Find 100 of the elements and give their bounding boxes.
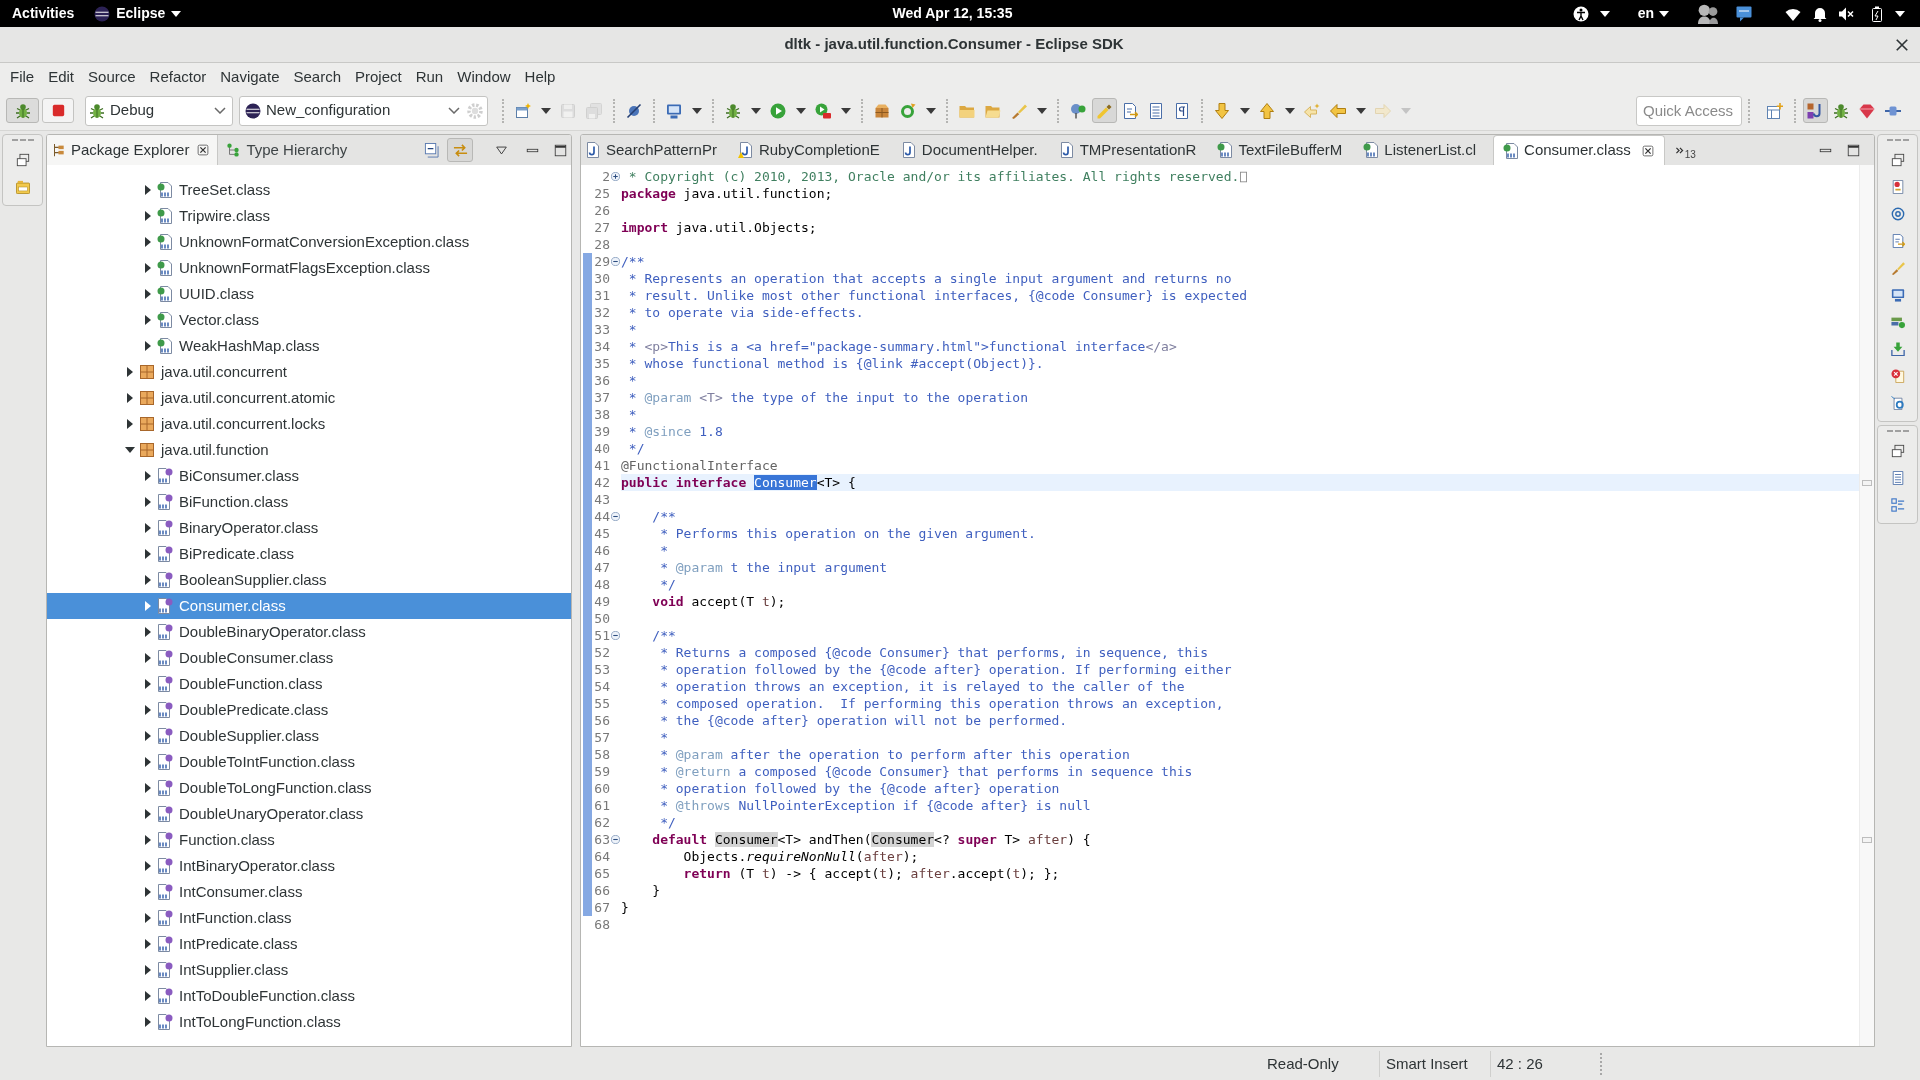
collapsed-triangle-icon[interactable] [127, 367, 133, 377]
restore-icon[interactable] [15, 152, 30, 167]
collapsed-triangle-icon[interactable] [145, 835, 151, 845]
tree-item[interactable]: java.util.concurrent.locks [47, 411, 571, 437]
collapsed-triangle-icon[interactable] [145, 887, 151, 897]
collapsed-triangle-icon[interactable] [145, 939, 151, 949]
battery-icon[interactable] [1869, 5, 1885, 22]
chat-icon[interactable] [1736, 5, 1752, 22]
caret-down-icon[interactable] [1239, 107, 1250, 114]
tree-item[interactable]: DoubleToLongFunction.class [47, 775, 571, 801]
monitor-icon[interactable] [1890, 287, 1905, 302]
caret-down-icon[interactable] [1355, 107, 1366, 114]
collapsed-triangle-icon[interactable] [145, 809, 151, 819]
view-menu-icon[interactable] [495, 144, 508, 156]
brush-icon[interactable] [1011, 102, 1027, 119]
box-icon[interactable] [874, 102, 890, 119]
editor-tab[interactable]: Consumer.class [1493, 135, 1665, 165]
toggle-button[interactable] [1091, 98, 1117, 123]
collapsed-triangle-icon[interactable] [145, 211, 151, 221]
document-arrow-icon[interactable] [1122, 102, 1138, 119]
menu-item[interactable]: File [3, 64, 42, 90]
collapsed-triangle-icon[interactable] [145, 289, 151, 299]
left-arrow-star-icon[interactable] [1304, 102, 1320, 119]
maximize-icon[interactable] [1847, 143, 1860, 157]
tree-item[interactable]: DoubleBinaryOperator.class [47, 619, 571, 645]
collapsed-triangle-icon[interactable] [145, 471, 151, 481]
slashed-circle-icon[interactable] [626, 102, 642, 119]
caret-down-icon[interactable] [1036, 107, 1047, 114]
collapsed-triangle-icon[interactable] [145, 679, 151, 689]
play-toolbox-icon[interactable] [815, 102, 831, 119]
pin-icon[interactable] [1070, 102, 1086, 119]
collapsed-triangle-icon[interactable] [145, 627, 151, 637]
collapsed-triangle-icon[interactable] [145, 757, 151, 767]
menu-item[interactable]: Edit [41, 64, 82, 90]
circled-minus-icon[interactable] [611, 257, 620, 266]
arrow-down-icon[interactable] [1214, 102, 1230, 119]
stop-button[interactable] [42, 98, 74, 123]
folder-box-icon[interactable] [15, 179, 30, 194]
editor-tab[interactable]: TextFileBufferM [1213, 135, 1360, 165]
collapsed-triangle-icon[interactable] [145, 575, 151, 585]
tree-item[interactable]: DoublePredicate.class [47, 697, 571, 723]
tree-item[interactable]: UUID.class [47, 281, 571, 307]
launch-configuration-dropdown[interactable]: New_configuration [239, 95, 488, 126]
caret-down-icon[interactable] [171, 10, 182, 17]
toggle-button[interactable] [447, 138, 473, 162]
editor-tab[interactable]: RubyCompletionE [733, 135, 897, 165]
tree-item[interactable]: DoubleSupplier.class [47, 723, 571, 749]
caret-down-icon[interactable] [750, 107, 761, 114]
document-mark-icon[interactable] [1174, 102, 1190, 119]
menu-item[interactable]: Run [408, 64, 451, 90]
tree-item[interactable]: DoubleConsumer.class [47, 645, 571, 671]
new-window-icon[interactable] [515, 102, 531, 119]
volume-muted-icon[interactable] [1838, 5, 1854, 22]
tree-item[interactable]: IntSupplier.class [47, 957, 571, 983]
window-plus-icon[interactable] [1767, 102, 1783, 119]
collapsed-triangle-icon[interactable] [127, 419, 133, 429]
tree-item[interactable]: BiConsumer.class [47, 463, 571, 489]
collapsed-triangle-icon[interactable] [145, 965, 151, 975]
menu-item[interactable]: Help [517, 64, 563, 90]
tree-item[interactable]: UnknownFormatFlagsException.class [47, 255, 571, 281]
tree-item[interactable]: BinaryOperator.class [47, 515, 571, 541]
collapsed-triangle-icon[interactable] [145, 653, 151, 663]
close-icon[interactable] [1896, 38, 1908, 51]
error-document-icon[interactable] [1890, 368, 1905, 383]
maximize-icon[interactable] [554, 143, 567, 157]
collapsed-triangle-icon[interactable] [145, 783, 151, 793]
bug-icon[interactable] [725, 102, 741, 119]
brush-icon[interactable] [1890, 260, 1905, 275]
view-tab[interactable]: Type Hierarchy [218, 135, 358, 165]
tree-item[interactable]: UnknownFormatConversionException.class [47, 229, 571, 255]
tree-item[interactable]: java.util.concurrent [47, 359, 571, 385]
collapsed-triangle-icon[interactable] [145, 237, 151, 247]
quick-access-field[interactable]: Quick Access [1636, 95, 1742, 126]
circled-minus-icon[interactable] [611, 835, 620, 844]
collapsed-triangle-icon[interactable] [145, 497, 151, 507]
collapsed-triangle-icon[interactable] [127, 393, 133, 403]
menu-item[interactable]: Navigate [213, 64, 287, 90]
collapsed-triangle-icon[interactable] [145, 991, 151, 1001]
close-icon[interactable] [1641, 144, 1654, 157]
close-icon[interactable] [197, 144, 210, 156]
toggle-button[interactable] [1802, 98, 1828, 123]
user-icon[interactable] [1698, 3, 1718, 24]
tree-item[interactable]: IntToLongFunction.class [47, 1009, 571, 1035]
back-arrow-icon[interactable] [1330, 102, 1346, 119]
editor-tab[interactable]: TMPresentationR [1054, 135, 1214, 165]
collapsed-triangle-icon[interactable] [145, 315, 151, 325]
view-tab[interactable]: Package Explorer [47, 135, 219, 165]
tree-item[interactable]: java.util.concurrent.atomic [47, 385, 571, 411]
restore-icon[interactable] [1890, 152, 1905, 167]
download-tray-icon[interactable] [1890, 341, 1905, 356]
menu-item[interactable]: Window [450, 64, 518, 90]
tree-item[interactable]: DoubleUnaryOperator.class [47, 801, 571, 827]
language-menu[interactable]: en [1637, 0, 1654, 27]
caret-down-icon[interactable] [1659, 10, 1669, 17]
collapsed-triangle-icon[interactable] [145, 731, 151, 741]
expanded-triangle-icon[interactable] [125, 447, 135, 453]
document-arrow-icon[interactable] [1890, 233, 1905, 248]
tree-item[interactable]: Vector.class [47, 307, 571, 333]
menu-item[interactable]: Source [81, 64, 143, 90]
editor-tab[interactable]: ListenerList.cl [1359, 135, 1494, 165]
